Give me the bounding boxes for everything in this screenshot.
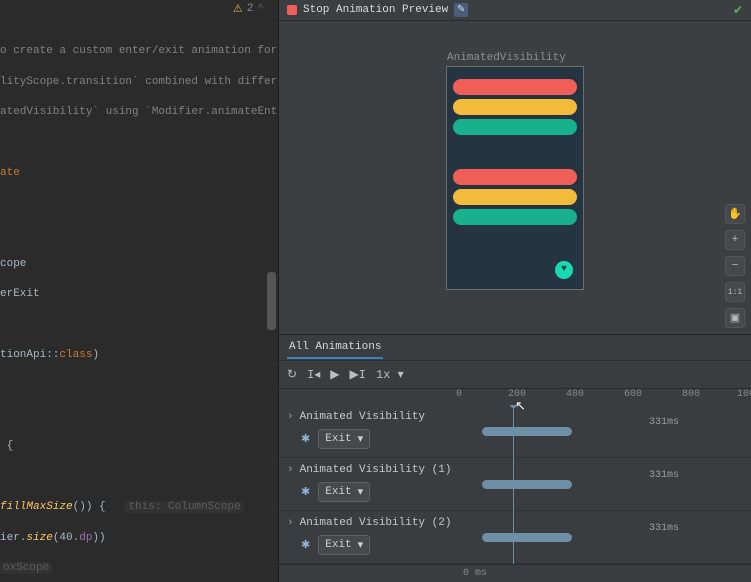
state-select[interactable]: Exit▾ xyxy=(318,429,370,449)
animation-row: › Animated Visibility (2) ✱ Exit▾ 331ms xyxy=(279,511,751,564)
animation-name: Animated Visibility xyxy=(300,411,425,423)
duration-label: 331ms xyxy=(649,523,679,534)
preview-stripe xyxy=(453,189,577,205)
preview-stripe xyxy=(453,119,577,135)
heart-icon: ♥ xyxy=(561,264,567,275)
zoom-fit-button[interactable]: 1:1 xyxy=(725,282,745,302)
state-select[interactable]: Exit▾ xyxy=(318,535,370,555)
timeline-footer: 0 ms xyxy=(279,564,751,582)
animation-bar[interactable] xyxy=(482,427,572,436)
zoom-in-button[interactable]: + xyxy=(725,230,745,250)
chevron-right-icon[interactable]: › xyxy=(287,464,294,476)
preview-stripe xyxy=(453,209,577,225)
state-select[interactable]: Exit▾ xyxy=(318,482,370,502)
animation-name: Animated Visibility (2) xyxy=(300,517,452,529)
preview-stripe xyxy=(453,229,577,245)
animation-row: › Animated Visibility ✱ Exit▾ 331ms xyxy=(279,405,751,458)
preview-toolbar: Stop Animation Preview ✎ ✔ xyxy=(279,0,751,21)
build-ok-icon: ✔ xyxy=(733,3,743,18)
chevron-down-icon: ▾ xyxy=(358,538,364,552)
time-ruler[interactable]: 0 200 400 600 800 1000 xyxy=(459,389,751,405)
tick-label: 200 xyxy=(508,389,526,400)
tick-label: 0 xyxy=(456,389,462,400)
speed-select[interactable]: 1x ▾ xyxy=(376,367,404,382)
preview-stripe xyxy=(453,139,577,155)
timeline-rows: › Animated Visibility ✱ Exit▾ 331ms › Animated… xyxy=(279,405,751,564)
preview-pane: Stop Animation Preview ✎ ✔ AnimatedVisib… xyxy=(279,0,751,582)
chevron-down-icon: ▾ xyxy=(358,432,364,446)
animation-name: Animated Visibility (1) xyxy=(300,464,452,476)
chevron-down-icon: ▾ xyxy=(358,485,364,499)
duration-label: 331ms xyxy=(649,417,679,428)
duration-label: 331ms xyxy=(649,470,679,481)
transport-bar: ↻ I◂ ▶ ▶I 1x ▾ xyxy=(279,361,751,389)
chevron-right-icon[interactable]: › xyxy=(287,517,294,529)
code-area[interactable]: o create a custom enter/exit animation f… xyxy=(0,17,278,582)
tick-label: 1000 xyxy=(737,389,751,400)
loop-button[interactable]: ↻ xyxy=(287,367,297,382)
layout-bounds-button[interactable]: ▣ xyxy=(725,308,745,328)
device-frame: AnimatedVisibility ♥ xyxy=(446,66,584,290)
snowflake-icon[interactable]: ✱ xyxy=(301,538,310,552)
device-label: AnimatedVisibility xyxy=(447,52,566,64)
go-end-button[interactable]: ▶I xyxy=(350,367,366,382)
edit-icon[interactable]: ✎ xyxy=(454,3,468,17)
preview-stripe xyxy=(453,99,577,115)
warning-count: 2 xyxy=(247,3,254,15)
pan-button[interactable]: ✋ xyxy=(725,204,745,224)
go-start-button[interactable]: I◂ xyxy=(307,367,320,382)
animation-row: › Animated Visibility (1) ✱ Exit▾ 331ms xyxy=(279,458,751,511)
zoom-out-button[interactable]: − xyxy=(725,256,745,276)
canvas-side-tools: ✋ + − 1:1 ▣ xyxy=(725,204,745,328)
code-editor-pane: ⚠ 2 ^ o create a custom enter/exit anima… xyxy=(0,0,279,582)
snowflake-icon[interactable]: ✱ xyxy=(301,485,310,499)
animation-timeline: All Animations ↻ I◂ ▶ ▶I 1x ▾ 0 200 400 600… xyxy=(279,334,751,582)
timeline-tabbar: All Animations xyxy=(279,335,751,361)
tick-label: 800 xyxy=(682,389,700,400)
stop-icon[interactable] xyxy=(287,5,297,15)
tab-all-animations[interactable]: All Animations xyxy=(287,337,383,359)
snowflake-icon[interactable]: ✱ xyxy=(301,432,310,446)
tick-label: 600 xyxy=(624,389,642,400)
animation-bar[interactable] xyxy=(482,480,572,489)
preview-canvas[interactable]: AnimatedVisibility ♥ ✋ + − 1:1 ▣ xyxy=(279,21,751,334)
fab-button[interactable]: ♥ xyxy=(555,261,573,279)
time-readout: 0 ms xyxy=(463,568,487,579)
caret-up-icon: ^ xyxy=(257,3,264,15)
preview-title: Stop Animation Preview xyxy=(303,4,448,16)
preview-stripe xyxy=(453,79,577,95)
preview-stripe xyxy=(453,169,577,185)
warning-icon: ⚠ xyxy=(233,2,243,16)
tick-label: 400 xyxy=(566,389,584,400)
animation-bar[interactable] xyxy=(482,533,572,542)
chevron-right-icon[interactable]: › xyxy=(287,411,294,423)
editor-scrollbar-thumb[interactable] xyxy=(267,272,276,330)
editor-inspection-bar: ⚠ 2 ^ xyxy=(0,0,278,17)
play-button[interactable]: ▶ xyxy=(330,367,339,382)
